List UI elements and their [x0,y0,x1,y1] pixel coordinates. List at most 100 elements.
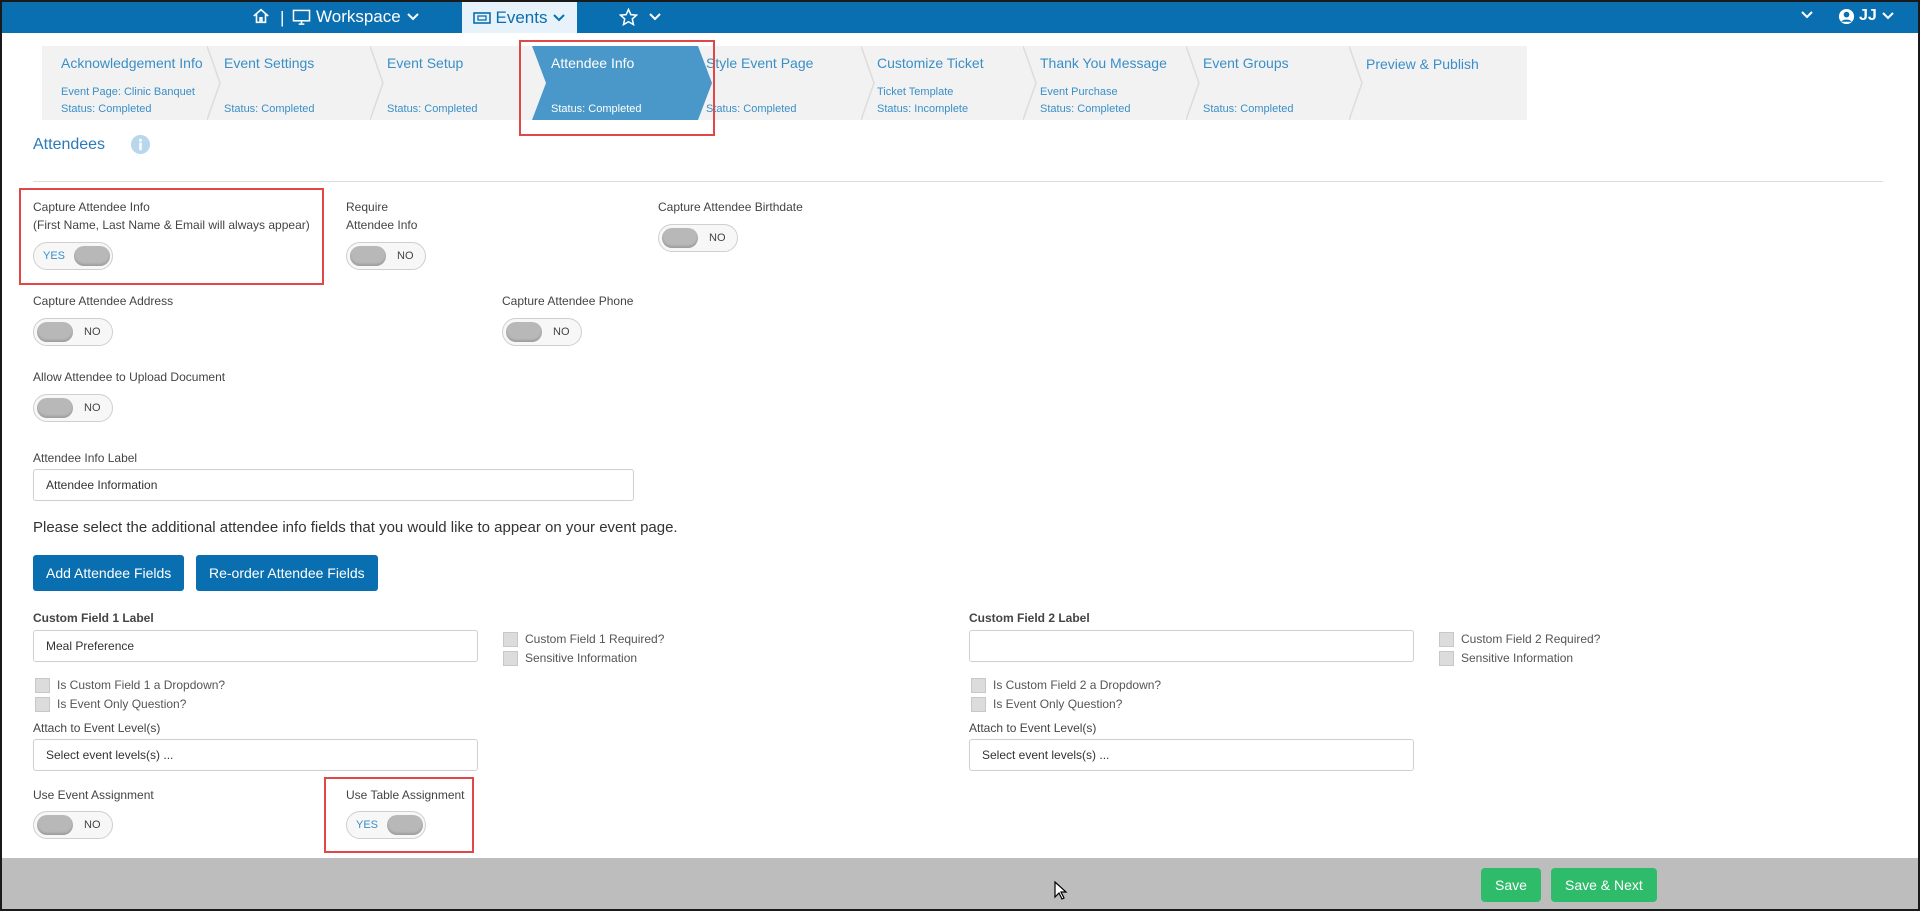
custom-field-1-dropdown-checkbox[interactable] [35,678,50,693]
custom-field-2-label: Custom Field 2 Label [969,611,1090,625]
step-label: Event Setup [387,55,464,71]
events-menu[interactable]: Events [462,2,577,33]
step-divider [861,46,875,120]
step-subtitle: Event Purchase [1040,86,1118,98]
footer-bar: Save Save & Next [2,858,1918,909]
custom-field-1-sensitive-label: Sensitive Information [525,651,638,665]
save-button[interactable]: Save [1481,868,1541,902]
upload-label: Allow Attendee to Upload Document [33,370,226,384]
event-assignment-label: Use Event Assignment [33,788,154,802]
custom-field-2-attach-label: Attach to Event Level(s) [969,721,1097,735]
custom-field-2-event-only-label: Is Event Only Question? [993,697,1123,711]
event-assignment-toggle[interactable]: NO [33,811,113,839]
divider [33,181,1883,182]
step-customize-ticket[interactable]: Customize Ticket Ticket Template Status:… [858,46,1037,120]
step-label: Attendee Info [551,55,635,71]
step-preview-publish[interactable]: Preview & Publish [1347,46,1512,120]
require-info-label-1: Require [346,200,389,214]
custom-field-2-event-only-checkbox[interactable] [971,697,986,712]
toggle-knob [74,246,110,266]
custom-field-1-attach-label: Attach to Event Level(s) [33,721,161,735]
birthdate-label: Capture Attendee Birthdate [658,200,803,214]
workspace-label: Workspace [316,7,401,26]
toggle-text: YES [43,250,66,262]
workspace-menu[interactable]: Workspace [292,7,420,27]
custom-field-1-levels-select[interactable]: Select event levels(s) ... [33,739,478,771]
custom-field-1-required-checkbox[interactable] [503,632,518,647]
custom-field-2-input[interactable] [969,630,1414,662]
custom-field-1-sensitive-checkbox[interactable] [503,651,518,666]
step-style-event-page[interactable]: Style Event Page Status: Completed [696,46,875,120]
page-title: Attendees [33,136,106,153]
custom-field-1-input[interactable]: Meal Preference [33,630,478,662]
chevron-down-icon [1881,11,1895,21]
step-attendee-info[interactable]: Attendee Info Status: Completed [532,46,712,120]
upload-toggle[interactable]: NO [33,394,113,422]
step-label: Thank You Message [1040,55,1167,71]
step-divider [1186,46,1200,120]
add-attendee-fields-button[interactable]: Add Attendee Fields [33,555,185,591]
step-status: Status: Incomplete [877,103,969,115]
custom-field-1-event-only-checkbox[interactable] [35,697,50,712]
step-status: Status: Completed [61,103,152,115]
address-label: Capture Attendee Address [33,294,174,308]
home-icon[interactable] [252,7,270,25]
step-subtitle: Event Page: Clinic Banquet [61,86,195,98]
toggle-knob [662,228,698,248]
birthdate-toggle[interactable]: NO [658,224,738,252]
custom-field-2-levels-select[interactable]: Select event levels(s) ... [969,739,1414,771]
custom-field-2-dropdown-checkbox[interactable] [971,678,986,693]
step-label: Customize Ticket [877,55,984,71]
instruction-text: Please select the additional attendee in… [33,519,678,536]
custom-field-2-sensitive-checkbox[interactable] [1439,651,1454,666]
toggle-text: YES [356,819,379,831]
step-status: Status: Completed [551,103,642,115]
step-status: Status: Completed [1203,103,1294,115]
step-divider [207,46,221,120]
favorites-menu[interactable] [619,8,662,26]
info-label-label: Attendee Info Label [33,451,138,465]
step-event-settings[interactable]: Event Settings Status: Completed [205,46,384,120]
custom-field-1-dropdown-label: Is Custom Field 1 a Dropdown? [57,678,226,692]
toggle-knob [37,398,73,418]
require-info-toggle[interactable]: NO [346,242,426,270]
toggle-text: NO [709,232,726,244]
capture-info-toggle[interactable]: YES [33,242,113,270]
step-status: Status: Completed [1040,103,1131,115]
step-event-setup[interactable]: Event Setup Status: Completed [368,46,533,120]
info-icon[interactable] [130,134,151,158]
star-icon [619,8,638,26]
top-nav-bar: | Workspace Events JJ [2,2,1918,33]
toggle-text: NO [84,326,101,338]
chevron-down-icon [406,12,420,22]
step-thank-you-message[interactable]: Thank You Message Event Purchase Status:… [1021,46,1200,120]
custom-field-2-required-label: Custom Field 2 Required? [1461,632,1601,646]
user-initials: JJ [1859,7,1877,24]
chevron-down-icon[interactable] [1800,10,1814,20]
table-assignment-label: Use Table Assignment [346,788,465,802]
user-circle-icon [1838,8,1855,25]
step-event-groups[interactable]: Event Groups Status: Completed [1184,46,1363,120]
toggle-knob [387,815,423,835]
info-label-input[interactable]: Attendee Information [33,469,634,501]
toggle-knob [37,322,73,342]
step-status: Status: Completed [706,103,797,115]
address-toggle[interactable]: NO [33,318,113,346]
step-label: Acknowledgement Info [61,55,203,71]
custom-field-1-required-label: Custom Field 1 Required? [525,632,665,646]
reorder-attendee-fields-button[interactable]: Re-order Attendee Fields [196,555,378,591]
custom-field-2-required-checkbox[interactable] [1439,632,1454,647]
toggle-text: NO [553,326,570,338]
step-divider [1023,46,1037,120]
step-subtitle: Ticket Template [877,86,954,98]
step-acknowledgement-info[interactable]: Acknowledgement Info Event Page: Clinic … [42,46,221,120]
user-menu[interactable]: JJ [1838,7,1895,25]
capture-info-label: Capture Attendee Info [33,200,150,214]
toggle-text: NO [397,250,414,262]
step-label: Style Event Page [706,55,814,71]
monitor-icon [292,9,311,26]
phone-toggle[interactable]: NO [502,318,582,346]
table-assignment-toggle[interactable]: YES [346,811,426,839]
step-label: Event Groups [1203,55,1289,71]
save-next-button[interactable]: Save & Next [1551,868,1657,902]
